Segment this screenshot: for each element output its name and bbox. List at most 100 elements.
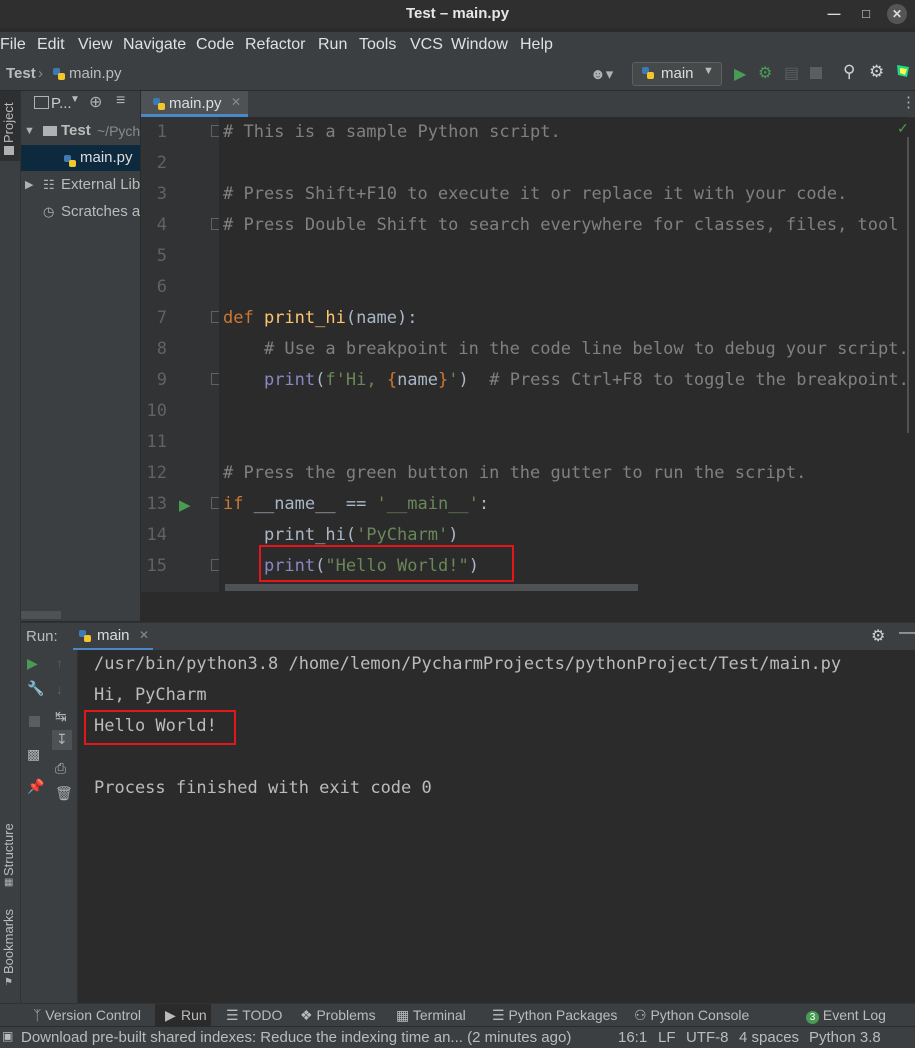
- maximize-button[interactable]: □: [856, 4, 876, 24]
- tool-problems[interactable]: ❖ Problems: [300, 1007, 376, 1024]
- stop-icon[interactable]: [810, 67, 822, 79]
- tool-window-bar: ᛉ Version Control ▶ Run ☰ TODO ❖ Problem…: [0, 1003, 915, 1026]
- line-separator[interactable]: LF: [658, 1029, 676, 1046]
- code-line: # This is a sample Python script.: [223, 122, 561, 142]
- breadcrumb-project[interactable]: Test: [6, 65, 36, 82]
- collapse-all-icon[interactable]: ≡: [116, 92, 125, 110]
- jetbrains-logo-icon[interactable]: [895, 63, 911, 83]
- horizontal-scrollbar[interactable]: [225, 584, 638, 591]
- menu-navigate[interactable]: Navigate: [123, 32, 186, 58]
- horizontal-scrollbar[interactable]: [21, 611, 61, 619]
- locate-icon[interactable]: ⊕: [89, 92, 102, 112]
- structure-tool-button[interactable]: Structure ▦: [0, 801, 20, 888]
- coverage-icon[interactable]: ▤: [784, 63, 799, 83]
- run-gutter-icon[interactable]: ▶: [179, 496, 191, 514]
- trash-icon[interactable]: 🗑: [55, 785, 73, 802]
- scratches-icon: ◷: [43, 204, 55, 219]
- menu-run[interactable]: Run: [318, 32, 347, 58]
- project-panel-title[interactable]: P...: [51, 95, 72, 112]
- more-icon[interactable]: ⋮: [901, 93, 915, 111]
- indent-setting[interactable]: 4 spaces: [739, 1029, 799, 1046]
- tree-item-test[interactable]: ▼ Test ~/Pych: [21, 118, 140, 144]
- file-encoding[interactable]: UTF-8: [686, 1029, 729, 1046]
- soft-wrap-icon[interactable]: ↹: [55, 708, 67, 725]
- wrench-icon[interactable]: 🔧: [27, 680, 44, 697]
- tool-run[interactable]: ▶ Run: [155, 1004, 211, 1026]
- chevron-down-icon: ▼: [703, 65, 714, 77]
- tool-todo[interactable]: ☰ TODO: [226, 1007, 282, 1024]
- python-icon: ⚇: [634, 1007, 647, 1023]
- caret-position[interactable]: 16:1: [618, 1029, 647, 1046]
- settings-icon[interactable]: ⚙: [869, 62, 884, 82]
- arrow-up-icon[interactable]: ↑: [56, 655, 63, 671]
- console-line: Process finished with exit code 0: [94, 778, 432, 798]
- tool-terminal[interactable]: ▦ Terminal: [396, 1007, 466, 1024]
- code-editor[interactable]: # This is a sample Python script. # Pres…: [219, 117, 909, 592]
- structure-icon: ▦: [4, 877, 14, 888]
- arrow-down-icon[interactable]: ↓: [56, 681, 63, 697]
- hide-icon[interactable]: —: [899, 624, 915, 642]
- status-toggle-icon[interactable]: ▣: [2, 1029, 13, 1043]
- tab-label: main.py: [169, 95, 222, 112]
- bookmarks-tool-button[interactable]: Bookmarks ⚑: [0, 899, 20, 994]
- menu-window[interactable]: Window: [451, 32, 508, 58]
- scroll-to-end-button[interactable]: ↧: [52, 730, 72, 750]
- menu-vcs[interactable]: VCS: [410, 32, 443, 58]
- rerun-icon[interactable]: ▶: [27, 655, 38, 672]
- menu-view[interactable]: View: [78, 32, 112, 58]
- run-console[interactable]: /usr/bin/python3.8 /home/lemon/PycharmPr…: [78, 650, 915, 1003]
- minimize-button[interactable]: —: [824, 4, 844, 24]
- menu-help[interactable]: Help: [520, 32, 553, 58]
- status-message[interactable]: Download pre-built shared indexes: Reduc…: [21, 1029, 601, 1046]
- bookmarks-stripe-label: Bookmarks: [1, 908, 16, 974]
- title-bar: Test – main.py — □ ✕: [0, 0, 915, 28]
- line-number: 7: [156, 308, 167, 328]
- run-icon[interactable]: ▶: [734, 64, 746, 84]
- vertical-scrollbar[interactable]: [907, 137, 909, 433]
- debug-icon[interactable]: ⚙: [758, 63, 772, 83]
- close-icon[interactable]: ✕: [231, 95, 241, 109]
- line-number: 11: [146, 432, 167, 452]
- print-icon[interactable]: ⎙: [55, 760, 66, 777]
- line-number: 9: [156, 370, 167, 390]
- line-number: 1: [156, 122, 167, 142]
- tool-python-packages[interactable]: ☰ Python Packages: [492, 1007, 617, 1024]
- window-title: Test – main.py: [405, 5, 510, 22]
- settings-icon[interactable]: ⚙: [871, 626, 885, 646]
- tab-main-py[interactable]: main.py ✕: [141, 91, 248, 117]
- python-interpreter[interactable]: Python 3.8: [809, 1029, 881, 1046]
- tree-item-scratches[interactable]: ◷ Scratches a: [21, 199, 140, 225]
- tool-label: TODO: [242, 1007, 283, 1023]
- run-tab-main[interactable]: main ✕: [73, 623, 153, 651]
- chevron-down-icon[interactable]: ▼: [70, 94, 80, 105]
- user-add-icon[interactable]: ☻▾: [590, 65, 613, 83]
- pin-icon[interactable]: 📌: [27, 778, 44, 795]
- stop-icon[interactable]: [29, 716, 40, 727]
- tool-label: Terminal: [412, 1007, 466, 1023]
- code-line: def print_hi(name):: [223, 308, 418, 328]
- menu-edit[interactable]: Edit: [37, 32, 65, 58]
- line-number: 15: [146, 556, 167, 576]
- close-icon[interactable]: ✕: [139, 628, 149, 642]
- tool-version-control[interactable]: ᛉ Version Control: [33, 1007, 141, 1023]
- tool-event-log[interactable]: 3 Event Log: [806, 1007, 886, 1024]
- tree-item-main-py[interactable]: main.py: [21, 145, 140, 171]
- tree-item-external-libraries[interactable]: ▶ ☷ External Lib: [21, 172, 140, 198]
- menu-tools[interactable]: Tools: [359, 32, 396, 58]
- search-icon[interactable]: ⚲: [843, 62, 855, 82]
- layout-icon[interactable]: ▩: [27, 746, 40, 763]
- menu-refactor[interactable]: Refactor: [245, 32, 305, 58]
- code-line: print(f'Hi, {name}') # Press Ctrl+F8 to …: [263, 370, 909, 390]
- branch-selector[interactable]: main ▼: [632, 62, 722, 86]
- menu-code[interactable]: Code: [196, 32, 234, 58]
- close-window-button[interactable]: ✕: [887, 4, 907, 24]
- tool-label: Version Control: [45, 1007, 142, 1023]
- python-icon: [641, 66, 655, 84]
- breadcrumb-file[interactable]: main.py: [69, 65, 122, 82]
- python-file-icon: [52, 67, 66, 85]
- info-icon: ❖: [300, 1007, 313, 1023]
- project-tool-button[interactable]: Project: [0, 91, 20, 161]
- menu-file[interactable]: File: [0, 32, 26, 58]
- tool-python-console[interactable]: ⚇ Python Console: [634, 1007, 749, 1024]
- code-line: # Press Shift+F10 to execute it or repla…: [223, 184, 848, 204]
